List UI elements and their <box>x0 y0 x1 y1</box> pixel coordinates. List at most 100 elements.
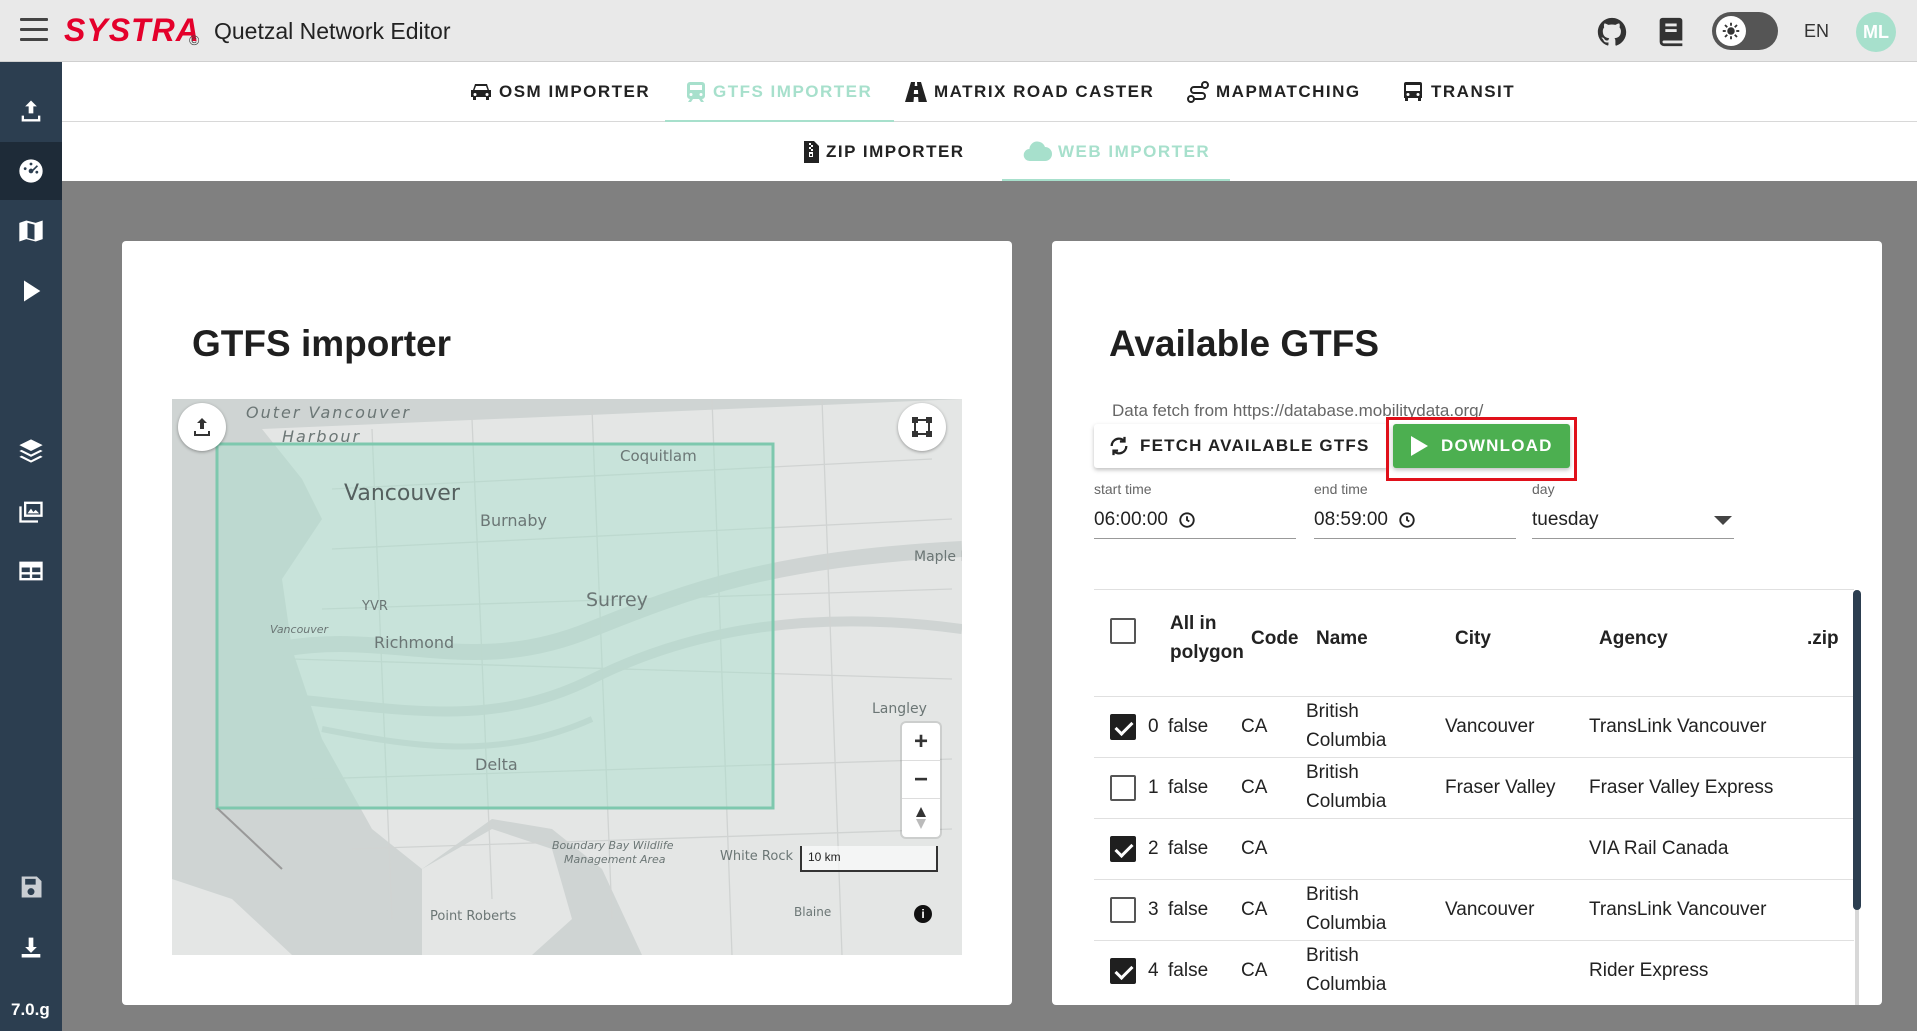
github-icon[interactable] <box>1595 15 1629 49</box>
info-icon[interactable]: i <box>914 905 932 923</box>
theme-toggle[interactable] <box>1712 12 1778 50</box>
field-label: end time <box>1314 481 1368 497</box>
row-checkbox[interactable] <box>1110 897 1136 923</box>
field-label: start time <box>1094 481 1152 497</box>
play-icon <box>1411 436 1428 456</box>
header-city[interactable]: City <box>1455 624 1491 653</box>
map-label: White Rock <box>720 849 794 864</box>
row-checkbox[interactable] <box>1110 836 1136 862</box>
row-name: Columbia <box>1306 730 1387 751</box>
day-select-field[interactable]: day tuesday <box>1532 481 1734 539</box>
menu-icon[interactable] <box>20 18 48 42</box>
map-label: Coquitlam <box>620 447 697 465</box>
start-time-field[interactable]: start time 06:00:00 <box>1094 481 1296 539</box>
card-title: Available GTFS <box>1109 323 1380 364</box>
map-label: Boundary Bay Wildlife <box>552 839 674 852</box>
dashboard-icon[interactable] <box>0 142 62 200</box>
map-view[interactable]: Outer Vancouver Harbour Coquitlam Vancou… <box>172 399 962 955</box>
row-checkbox[interactable] <box>1110 958 1136 984</box>
row-checkbox[interactable] <box>1110 714 1136 740</box>
map-icon[interactable] <box>0 202 62 260</box>
gallery-icon[interactable] <box>0 482 62 540</box>
zoom-out-button[interactable]: − <box>902 761 940 799</box>
select-all-checkbox[interactable] <box>1110 618 1136 644</box>
car-icon <box>471 84 491 100</box>
layers-icon[interactable] <box>0 422 62 480</box>
tab-web-importer[interactable]: WEB IMPORTER <box>1002 122 1231 181</box>
tab-transit[interactable]: TRANSIT <box>1401 62 1515 122</box>
refresh-icon <box>1110 436 1128 456</box>
download-icon[interactable] <box>0 918 62 976</box>
map-label: Outer Vancouver <box>246 403 411 422</box>
header-agency[interactable]: Agency <box>1599 624 1668 653</box>
draw-polygon-button[interactable] <box>898 403 946 451</box>
end-time-input[interactable]: 08:59:00 <box>1314 501 1516 539</box>
table-row[interactable]: 4 false CA British Columbia Rider Expres… <box>1094 940 1854 1001</box>
table-row[interactable]: 0 false CA British Columbia Vancouver Tr… <box>1094 696 1854 757</box>
table-row[interactable]: 3 false CA British Columbia Vancouver Tr… <box>1094 879 1854 940</box>
gtfs-table: All in polygon Code Name City Agency .zi… <box>1094 589 1854 1005</box>
train-icon <box>687 82 705 102</box>
upload-icon[interactable] <box>0 82 62 140</box>
sun-icon <box>1716 16 1746 46</box>
play-icon[interactable] <box>0 262 62 320</box>
route-icon <box>1187 81 1209 103</box>
row-in-polygon: false <box>1168 716 1209 737</box>
tab-label: WEB IMPORTER <box>1058 141 1211 161</box>
row-name: British <box>1306 945 1359 966</box>
table-icon[interactable] <box>0 542 62 600</box>
table-row[interactable]: 1 false CA British Columbia Fraser Valle… <box>1094 757 1854 818</box>
book-icon[interactable] <box>1654 15 1688 49</box>
header-code[interactable]: Code <box>1251 624 1299 653</box>
map-label: YVR <box>362 599 388 614</box>
language-selector[interactable]: EN <box>1804 21 1829 42</box>
map-label: Vancouver <box>344 481 460 506</box>
fetch-available-gtfs-button[interactable]: FETCH AVAILABLE GTFS <box>1094 424 1388 468</box>
row-city: Fraser Valley <box>1445 777 1556 798</box>
row-checkbox[interactable] <box>1110 775 1136 801</box>
day-select[interactable]: tuesday <box>1532 501 1734 539</box>
tab-gtfs-importer[interactable]: GTFS IMPORTER <box>665 62 895 122</box>
row-index: 0 <box>1148 716 1159 737</box>
compass-button[interactable] <box>902 799 940 837</box>
tab-mapmatching[interactable]: MAPMATCHING <box>1186 62 1361 122</box>
button-label: FETCH AVAILABLE GTFS <box>1140 436 1370 455</box>
clock-icon <box>1179 511 1195 528</box>
tab-matrix-road-caster[interactable]: MATRIX ROAD CASTER <box>904 62 1154 122</box>
row-agency: Fraser Valley Express <box>1589 777 1774 798</box>
tab-osm-importer[interactable]: OSM IMPORTER <box>469 62 650 122</box>
row-code: CA <box>1241 899 1268 920</box>
road-icon <box>905 82 927 102</box>
row-agency: VIA Rail Canada <box>1589 838 1729 859</box>
map-label: Vancouver <box>270 623 329 636</box>
row-index: 3 <box>1148 899 1159 920</box>
header-name[interactable]: Name <box>1316 624 1368 653</box>
table-scrollbar[interactable] <box>1853 590 1861 910</box>
end-time-value: 08:59:00 <box>1314 508 1388 530</box>
row-code: CA <box>1241 838 1268 859</box>
zoom-in-button[interactable]: + <box>902 723 940 761</box>
user-avatar[interactable]: ML <box>1856 12 1896 52</box>
row-in-polygon: false <box>1168 960 1209 981</box>
card-title: GTFS importer <box>192 323 452 364</box>
header-zip[interactable]: .zip <box>1807 624 1839 653</box>
row-name: British <box>1306 701 1359 722</box>
clock-icon <box>1399 511 1415 528</box>
brand-mark: © <box>189 32 200 48</box>
save-icon[interactable] <box>0 858 62 916</box>
tab-zip-importer[interactable]: ZIP IMPORTER <box>802 122 965 181</box>
row-index: 2 <box>1148 838 1159 859</box>
tab-label: MATRIX ROAD CASTER <box>934 82 1155 101</box>
start-time-input[interactable]: 06:00:00 <box>1094 501 1296 539</box>
table-row[interactable]: 2 false CA VIA Rail Canada <box>1094 818 1854 879</box>
row-city: Vancouver <box>1445 716 1535 737</box>
end-time-field[interactable]: end time 08:59:00 <box>1314 481 1516 539</box>
tab-label: TRANSIT <box>1431 82 1516 101</box>
map-label: Point Roberts <box>430 909 517 924</box>
tab-label: GTFS IMPORTER <box>713 82 873 101</box>
map-upload-button[interactable] <box>178 403 226 451</box>
map-label: Harbour <box>282 427 362 446</box>
sub-tabbar: ZIP IMPORTER WEB IMPORTER <box>62 122 1917 181</box>
row-code: CA <box>1241 716 1268 737</box>
download-button[interactable]: DOWNLOAD <box>1393 424 1570 468</box>
